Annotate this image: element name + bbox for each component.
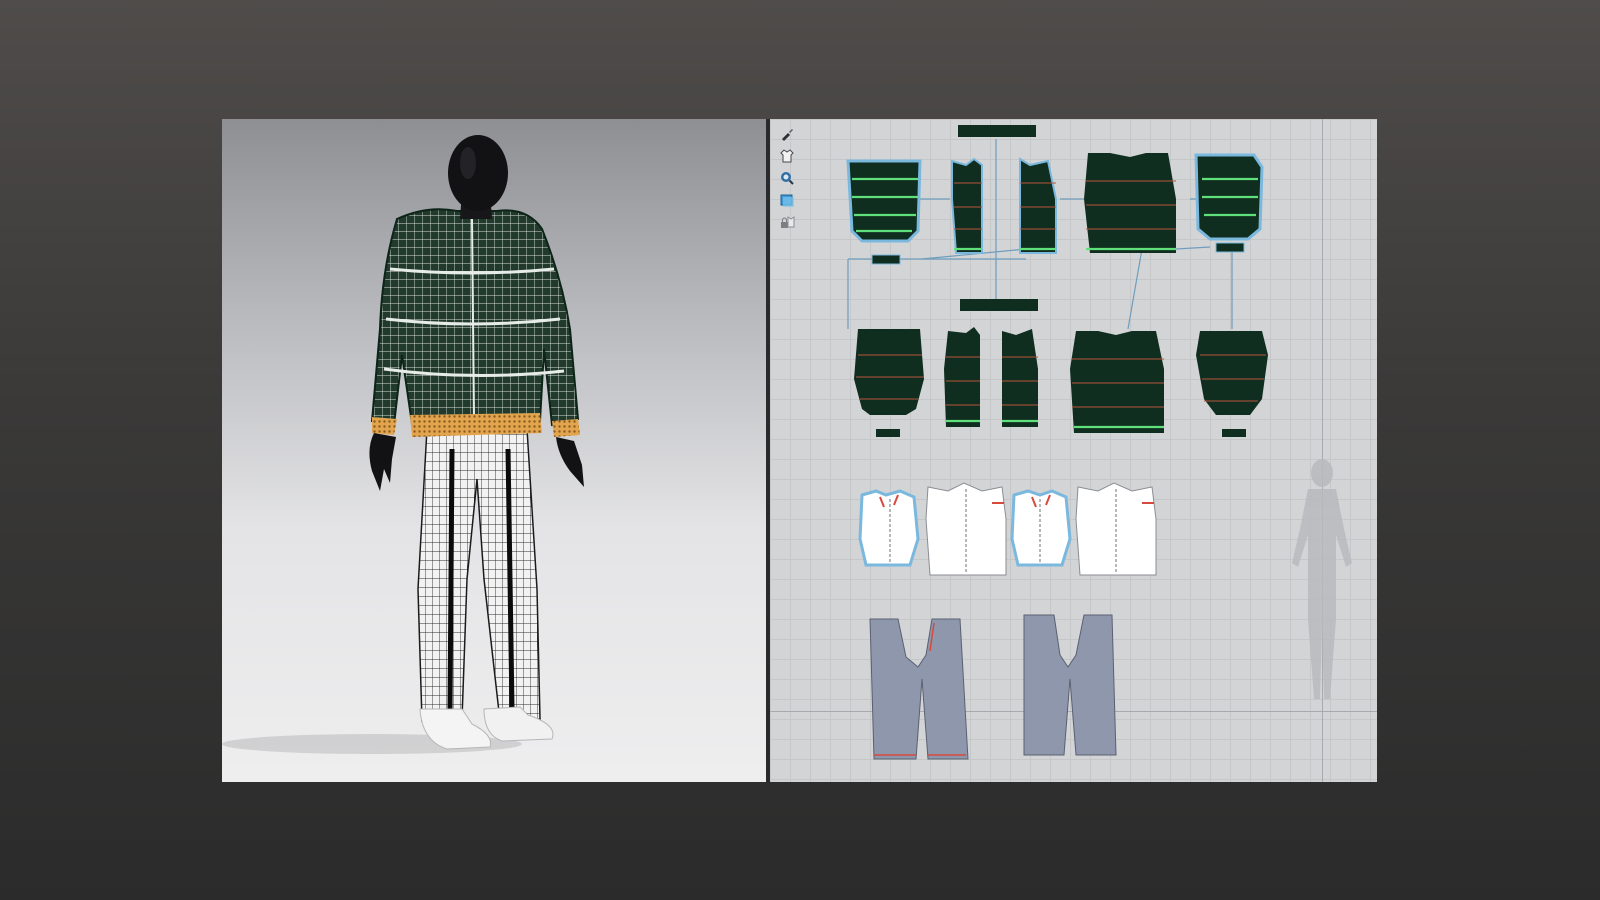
avatar-hand-right bbox=[556, 437, 584, 487]
avatar-head bbox=[448, 135, 508, 211]
app-frame bbox=[222, 119, 1377, 782]
row1-pieces bbox=[846, 125, 1264, 265]
3d-avatar-scene bbox=[222, 135, 584, 754]
pants-mesh bbox=[417, 428, 541, 722]
row2-pieces bbox=[854, 299, 1268, 437]
rib-cuff-left bbox=[372, 417, 397, 435]
avatar-hand-left bbox=[369, 433, 396, 491]
pattern-pieces-canvas bbox=[846, 125, 1352, 760]
2d-pattern-window[interactable] bbox=[770, 119, 1377, 782]
puffer-jacket-mesh bbox=[370, 208, 580, 427]
lining-pieces bbox=[858, 482, 1157, 576]
3d-viewport[interactable] bbox=[222, 119, 766, 782]
pants-pieces bbox=[869, 614, 1117, 760]
avatar-silhouette bbox=[1292, 459, 1352, 699]
rib-hem bbox=[410, 413, 542, 437]
rib-cuff-right bbox=[552, 419, 580, 437]
